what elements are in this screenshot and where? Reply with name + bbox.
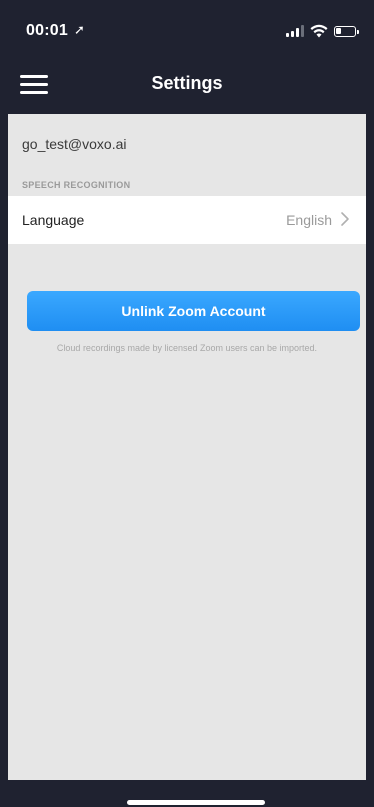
language-value: English xyxy=(286,212,332,228)
navbar: Settings xyxy=(8,56,366,114)
language-label: Language xyxy=(22,212,85,228)
page-title: Settings xyxy=(151,73,223,93)
section-header-speech-recognition: SPEECH RECOGNITION xyxy=(22,180,131,190)
cellular-signal-icon xyxy=(286,25,304,37)
left-frame xyxy=(0,0,8,807)
location-arrow-icon: ➚ xyxy=(74,22,85,37)
chevron-right-icon xyxy=(341,212,349,226)
unlink-zoom-account-button[interactable]: Unlink Zoom Account xyxy=(27,291,360,331)
battery-icon xyxy=(334,25,359,37)
home-indicator[interactable] xyxy=(127,800,265,805)
status-icons xyxy=(286,23,359,39)
language-row[interactable]: Language English xyxy=(8,196,366,244)
settings-content: go_test@voxo.ai SPEECH RECOGNITION Langu… xyxy=(8,114,366,780)
status-time: 00:01 xyxy=(26,22,68,39)
wifi-icon xyxy=(310,24,328,38)
bottom-bar xyxy=(8,780,366,807)
account-email: go_test@voxo.ai xyxy=(22,136,127,152)
status-bar: 00:01 ➚ xyxy=(8,0,366,56)
right-frame xyxy=(366,0,374,807)
zoom-helper-text: Cloud recordings made by licensed Zoom u… xyxy=(56,343,318,353)
